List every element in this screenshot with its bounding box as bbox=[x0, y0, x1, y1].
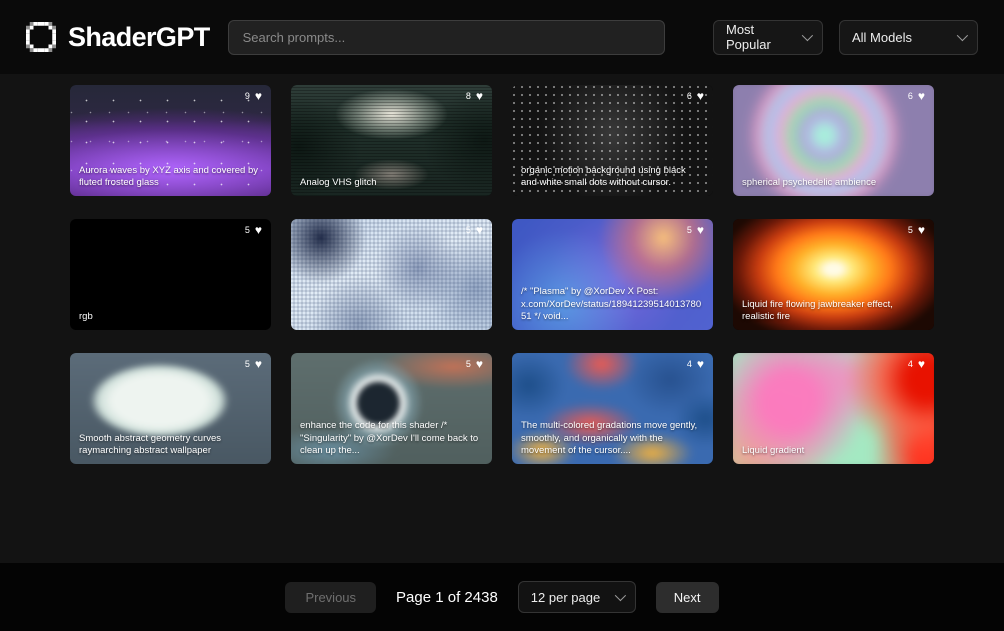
card-caption: rgb bbox=[79, 311, 262, 324]
card-caption: Analog VHS glitch bbox=[300, 177, 483, 190]
card-caption: Smooth abstract geometry curves raymarch… bbox=[79, 433, 262, 458]
like-badge: 5 ♥ bbox=[908, 224, 925, 236]
like-count: 4 bbox=[687, 359, 692, 369]
shader-card-rgb-dots[interactable]: 5 ♥ rgb bbox=[70, 219, 271, 330]
shader-card-aurora-waves[interactable]: 9 ♥ Aurora waves by XYZ axis and covered… bbox=[70, 85, 271, 196]
heart-icon[interactable]: ♥ bbox=[697, 90, 704, 102]
card-caption: /* "Plasma" by @XorDev X Post: x.com/Xor… bbox=[521, 286, 704, 324]
like-count: 5 bbox=[466, 225, 471, 235]
like-badge: 4 ♥ bbox=[908, 358, 925, 370]
like-badge: 5 ♥ bbox=[245, 358, 262, 370]
like-badge: 6 ♥ bbox=[687, 90, 704, 102]
card-caption: spherical psychedelic ambience bbox=[742, 177, 925, 190]
logo-pixel-icon bbox=[26, 22, 56, 52]
like-count: 8 bbox=[466, 91, 471, 101]
card-caption: enhance the code for this shader /* "Sin… bbox=[300, 420, 483, 458]
search-input[interactable] bbox=[228, 20, 665, 55]
shader-grid: 9 ♥ Aurora waves by XYZ axis and covered… bbox=[70, 85, 934, 464]
heart-icon[interactable]: ♥ bbox=[255, 90, 262, 102]
shader-card-multicolor-gradations[interactable]: 4 ♥ The multi-colored gradations move ge… bbox=[512, 353, 713, 464]
shader-thumbnail bbox=[291, 219, 492, 330]
shader-card-organic-dots[interactable]: 6 ♥ organic motion background using blac… bbox=[512, 85, 713, 196]
like-badge: 6 ♥ bbox=[908, 90, 925, 102]
card-caption: organic motion background using black an… bbox=[521, 165, 704, 190]
heart-icon[interactable]: ♥ bbox=[918, 224, 925, 236]
heart-icon[interactable]: ♥ bbox=[918, 90, 925, 102]
heart-icon[interactable]: ♥ bbox=[697, 224, 704, 236]
gallery: 9 ♥ Aurora waves by XYZ axis and covered… bbox=[0, 74, 1004, 563]
card-caption: Liquid gradient bbox=[742, 445, 925, 458]
previous-button[interactable]: Previous bbox=[285, 582, 376, 613]
chevron-down-icon bbox=[615, 590, 626, 601]
chevron-down-icon bbox=[957, 30, 968, 41]
card-caption: Aurora waves by XYZ axis and covered by … bbox=[79, 165, 262, 190]
like-count: 5 bbox=[908, 225, 913, 235]
heart-icon[interactable]: ♥ bbox=[918, 358, 925, 370]
like-count: 9 bbox=[245, 91, 250, 101]
shader-card-smooth-geometry[interactable]: 5 ♥ Smooth abstract geometry curves raym… bbox=[70, 353, 271, 464]
heart-icon[interactable]: ♥ bbox=[476, 358, 483, 370]
heart-icon[interactable]: ♥ bbox=[476, 90, 483, 102]
like-count: 5 bbox=[466, 359, 471, 369]
like-badge: 9 ♥ bbox=[245, 90, 262, 102]
like-badge: 5 ♥ bbox=[466, 224, 483, 236]
heart-icon[interactable]: ♥ bbox=[255, 358, 262, 370]
header: ShaderGPT Most Popular All Models bbox=[0, 0, 1004, 74]
models-dropdown[interactable]: All Models bbox=[839, 20, 978, 55]
shader-card-liquid-gradient[interactable]: 4 ♥ Liquid gradient bbox=[733, 353, 934, 464]
shader-card-singularity[interactable]: 5 ♥ enhance the code for this shader /* … bbox=[291, 353, 492, 464]
shader-card-vhs-glitch[interactable]: 8 ♥ Analog VHS glitch bbox=[291, 85, 492, 196]
like-count: 5 bbox=[245, 359, 250, 369]
per-page-label: 12 per page bbox=[531, 590, 600, 605]
like-badge: 5 ♥ bbox=[466, 358, 483, 370]
sort-dropdown[interactable]: Most Popular bbox=[713, 20, 823, 55]
like-badge: 4 ♥ bbox=[687, 358, 704, 370]
shader-card-blue-glitch[interactable]: 5 ♥ bbox=[291, 219, 492, 330]
like-badge: 5 ♥ bbox=[687, 224, 704, 236]
heart-icon[interactable]: ♥ bbox=[697, 358, 704, 370]
chevron-down-icon bbox=[802, 30, 813, 41]
pagination-bar: Previous Page 1 of 2438 12 per page Next bbox=[0, 563, 1004, 631]
card-caption: Liquid fire flowing jawbreaker effect, r… bbox=[742, 299, 925, 324]
like-count: 6 bbox=[908, 91, 913, 101]
per-page-dropdown[interactable]: 12 per page bbox=[518, 581, 636, 613]
next-button[interactable]: Next bbox=[656, 582, 719, 613]
like-badge: 5 ♥ bbox=[245, 224, 262, 236]
shader-card-liquid-fire[interactable]: 5 ♥ Liquid fire flowing jawbreaker effec… bbox=[733, 219, 934, 330]
like-count: 5 bbox=[687, 225, 692, 235]
like-badge: 8 ♥ bbox=[466, 90, 483, 102]
shader-card-psychedelic[interactable]: 6 ♥ spherical psychedelic ambience bbox=[733, 85, 934, 196]
app-logo[interactable]: ShaderGPT bbox=[26, 22, 210, 53]
like-count: 6 bbox=[687, 91, 692, 101]
shader-card-plasma[interactable]: 5 ♥ /* "Plasma" by @XorDev X Post: x.com… bbox=[512, 219, 713, 330]
sort-dropdown-label: Most Popular bbox=[726, 22, 790, 52]
app-title: ShaderGPT bbox=[68, 22, 210, 53]
models-dropdown-label: All Models bbox=[852, 30, 912, 45]
page-status: Page 1 of 2438 bbox=[396, 589, 498, 606]
heart-icon[interactable]: ♥ bbox=[476, 224, 483, 236]
like-count: 4 bbox=[908, 359, 913, 369]
like-count: 5 bbox=[245, 225, 250, 235]
heart-icon[interactable]: ♥ bbox=[255, 224, 262, 236]
card-caption: The multi-colored gradations move gently… bbox=[521, 420, 704, 458]
